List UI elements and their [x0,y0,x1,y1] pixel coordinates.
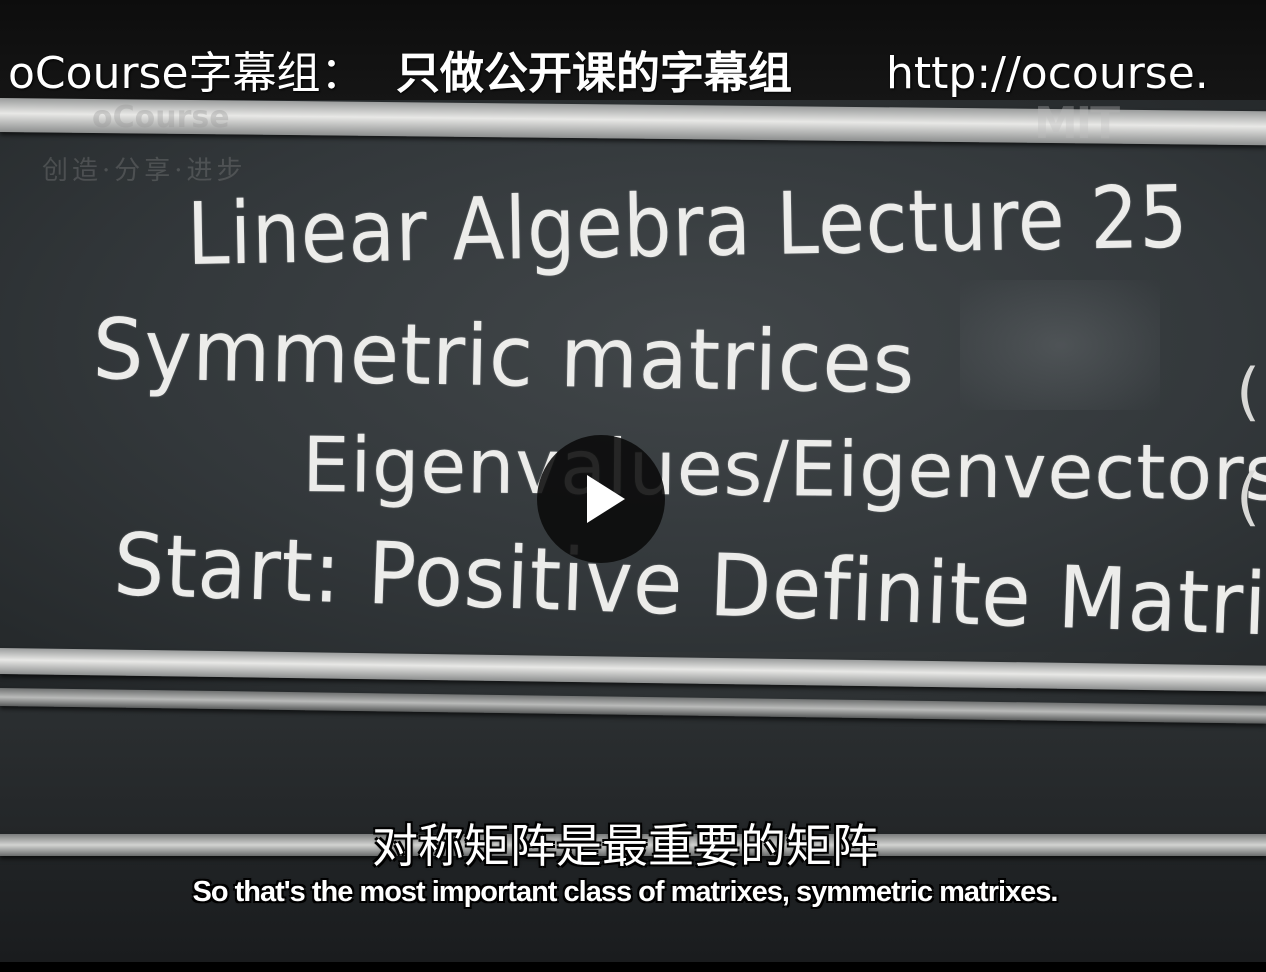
banner-slogan: 只做公开课的字幕组 [396,48,792,99]
chalk-ledge [0,648,1266,692]
banner-url: http://ocourse. [886,48,1209,99]
chalk-mark: ( [1236,355,1261,428]
eraser-smudge [960,280,1160,410]
play-icon [587,475,625,523]
chalk-title: Linear Algebra Lecture 25 [186,167,1190,285]
play-button[interactable] [537,435,665,563]
player-bottom-bar [0,962,1266,972]
banner-site: oCourse字幕组： [8,48,365,99]
chalk-line-eigen: Eigenvalues/Eigenvectors [302,420,1266,518]
subtitle-chinese: 对称矩阵是最重要的矩阵 [372,819,878,873]
watermark-brand: oCourse [92,100,230,135]
mit-logo: MIT [1034,98,1120,149]
watermark-tagline: 创造·分享·进步 [42,156,247,186]
video-player[interactable]: oCourse 创造·分享·进步 MIT Linear Algebra Lect… [0,0,1266,972]
chalk-mark: ( [1236,460,1261,533]
chalk-line-symmetric: Symmetric matrices [92,300,917,413]
video-frame[interactable]: oCourse 创造·分享·进步 MIT Linear Algebra Lect… [0,0,1266,962]
subtitle-english: So that's the most important class of ma… [192,876,1059,908]
